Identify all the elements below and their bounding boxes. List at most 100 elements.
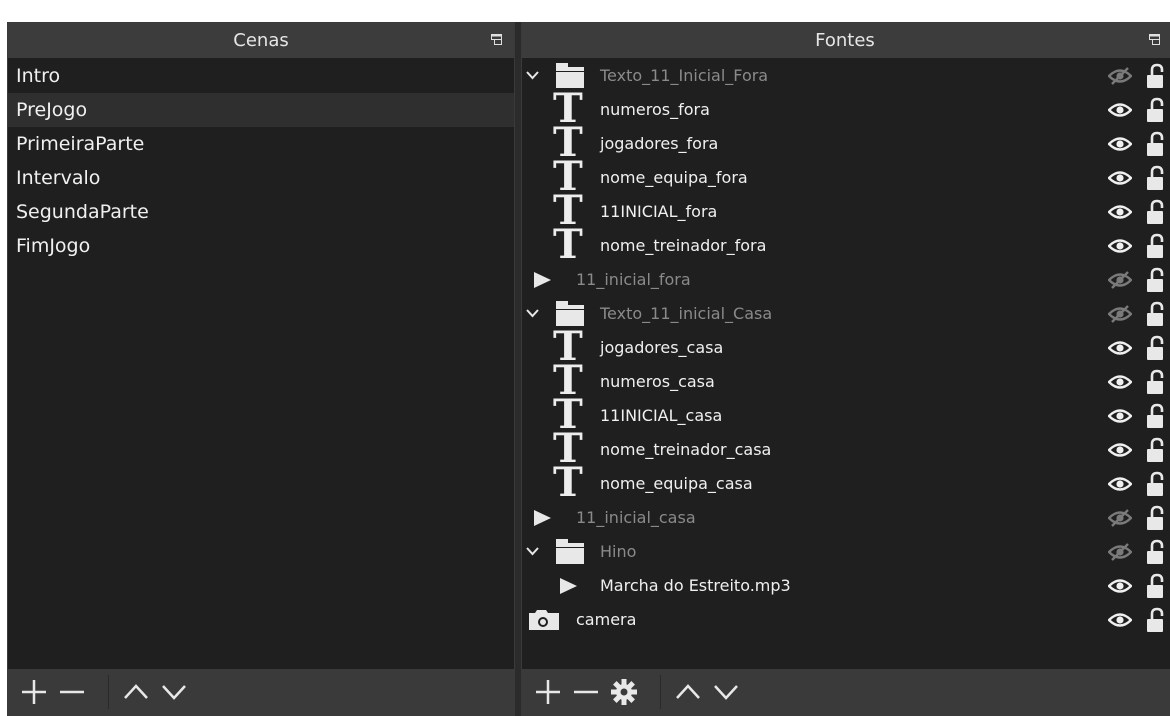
unlock-icon[interactable] [1144, 539, 1166, 565]
toolbar-separator [660, 675, 661, 709]
eye-icon[interactable] [1108, 237, 1132, 255]
source-item[interactable]: Tnumeros_casa [522, 361, 1170, 401]
unlock-icon[interactable] [1144, 607, 1166, 633]
source-label: Marcha do Estreito.mp3 [600, 576, 791, 595]
source-label: Hino [600, 542, 637, 561]
move-scene-down-button[interactable] [158, 676, 190, 708]
eye-icon[interactable] [1108, 373, 1132, 391]
source-item[interactable]: T 11INICIAL_fora [522, 191, 1170, 231]
eye-icon[interactable] [1108, 475, 1132, 493]
sources-header: Fontes [522, 23, 1170, 58]
eye-icon[interactable] [1108, 407, 1132, 425]
eye-icon[interactable] [1108, 577, 1132, 595]
scene-item[interactable]: PreJogo [8, 93, 514, 127]
source-item[interactable]: Texto_11_inicial_Casa [522, 297, 1170, 331]
sources-dock: Fontes Texto_11_Inicial_Fora Tnumeros_for… [521, 22, 1170, 716]
source-item[interactable]: T 11INICIAL_casa [522, 395, 1170, 435]
source-label: camera [576, 610, 637, 629]
source-label: 11INICIAL_fora [600, 202, 718, 221]
folder-icon [556, 539, 584, 564]
unlock-icon[interactable] [1144, 97, 1166, 123]
unlock-icon[interactable] [1144, 573, 1166, 599]
unlock-icon[interactable] [1144, 471, 1166, 497]
move-scene-up-button[interactable] [120, 676, 152, 708]
source-item[interactable]: camera [522, 603, 1170, 637]
eye-hidden-icon[interactable] [1108, 509, 1132, 527]
unlock-icon[interactable] [1144, 369, 1166, 395]
source-label: numeros_fora [600, 100, 710, 119]
source-item[interactable]: 11_inicial_casa [522, 501, 1170, 535]
source-item[interactable]: Tnome_treinador_casa [522, 429, 1170, 469]
eye-icon[interactable] [1108, 169, 1132, 187]
eye-icon[interactable] [1108, 135, 1132, 153]
source-item[interactable]: Tnome_equipa_fora [522, 157, 1170, 197]
unlock-icon[interactable] [1144, 267, 1166, 293]
eye-icon[interactable] [1108, 339, 1132, 357]
eye-icon[interactable] [1108, 101, 1132, 119]
float-icon[interactable] [1149, 34, 1160, 45]
chevron-down-icon[interactable] [526, 70, 539, 80]
source-item[interactable]: Tjogadores_fora [522, 123, 1170, 163]
eye-hidden-icon[interactable] [1108, 67, 1132, 85]
scene-item[interactable]: SegundaParte [8, 195, 514, 229]
float-icon[interactable] [491, 34, 502, 45]
text-source-icon: T [553, 459, 583, 506]
eye-hidden-icon[interactable] [1108, 543, 1132, 561]
source-label: Texto_11_Inicial_Fora [600, 66, 769, 85]
scene-item[interactable]: FimJogo [8, 229, 514, 263]
source-item[interactable]: Marcha do Estreito.mp3 [522, 569, 1170, 603]
unlock-icon[interactable] [1144, 199, 1166, 225]
eye-hidden-icon[interactable] [1108, 271, 1132, 289]
source-properties-button[interactable] [608, 676, 640, 708]
text-source-icon: T [553, 221, 583, 268]
move-source-down-button[interactable] [710, 676, 742, 708]
play-icon [534, 510, 551, 526]
source-label: 11INICIAL_casa [600, 406, 723, 425]
scene-item[interactable]: Intro [8, 59, 514, 93]
source-item[interactable]: Hino [522, 535, 1170, 569]
chevron-down-icon[interactable] [526, 546, 539, 556]
unlock-icon[interactable] [1144, 505, 1166, 531]
scenes-dock: Cenas Intro PreJogo PrimeiraParte Intervalo… [7, 22, 515, 716]
unlock-icon[interactable] [1144, 437, 1166, 463]
source-item[interactable]: Tnumeros_fora [522, 89, 1170, 129]
chevron-down-icon[interactable] [526, 308, 539, 318]
move-source-up-button[interactable] [672, 676, 704, 708]
eye-icon[interactable] [1108, 441, 1132, 459]
source-label: 11_inicial_fora [576, 270, 691, 289]
sources-title: Fontes [815, 30, 875, 51]
unlock-icon[interactable] [1144, 63, 1166, 89]
source-item[interactable]: 11_inicial_fora [522, 263, 1170, 297]
source-item[interactable]: Tnome_equipa_casa [522, 463, 1170, 503]
unlock-icon[interactable] [1144, 335, 1166, 361]
eye-icon[interactable] [1108, 611, 1132, 629]
source-item[interactable]: Tnome_treinador_fora [522, 225, 1170, 265]
eye-hidden-icon[interactable] [1108, 305, 1132, 323]
play-icon [560, 578, 577, 594]
source-label: jogadores_fora [600, 134, 719, 153]
unlock-icon[interactable] [1144, 403, 1166, 429]
unlock-icon[interactable] [1144, 233, 1166, 259]
eye-icon[interactable] [1108, 203, 1132, 221]
source-label: jogadores_casa [600, 338, 724, 357]
source-label: nome_equipa_fora [600, 168, 748, 187]
camera-icon [529, 610, 559, 630]
source-item[interactable]: Tjogadores_casa [522, 327, 1170, 367]
source-label: nome_equipa_casa [600, 474, 753, 493]
scene-item[interactable]: PrimeiraParte [8, 127, 514, 161]
scene-list: Intro PreJogo PrimeiraParte Intervalo Segund… [8, 59, 514, 669]
unlock-icon[interactable] [1144, 165, 1166, 191]
scene-item[interactable]: Intervalo [8, 161, 514, 195]
unlock-icon[interactable] [1144, 301, 1166, 327]
unlock-icon[interactable] [1144, 131, 1166, 157]
remove-source-button[interactable] [570, 676, 602, 708]
add-scene-button[interactable] [18, 676, 50, 708]
scenes-header: Cenas [8, 23, 514, 58]
source-item[interactable]: Texto_11_Inicial_Fora [522, 59, 1170, 93]
source-label: nome_treinador_fora [600, 236, 767, 255]
remove-scene-button[interactable] [56, 676, 88, 708]
play-icon [534, 272, 551, 288]
toolbar-separator [108, 675, 109, 709]
source-label: numeros_casa [600, 372, 715, 391]
add-source-button[interactable] [532, 676, 564, 708]
